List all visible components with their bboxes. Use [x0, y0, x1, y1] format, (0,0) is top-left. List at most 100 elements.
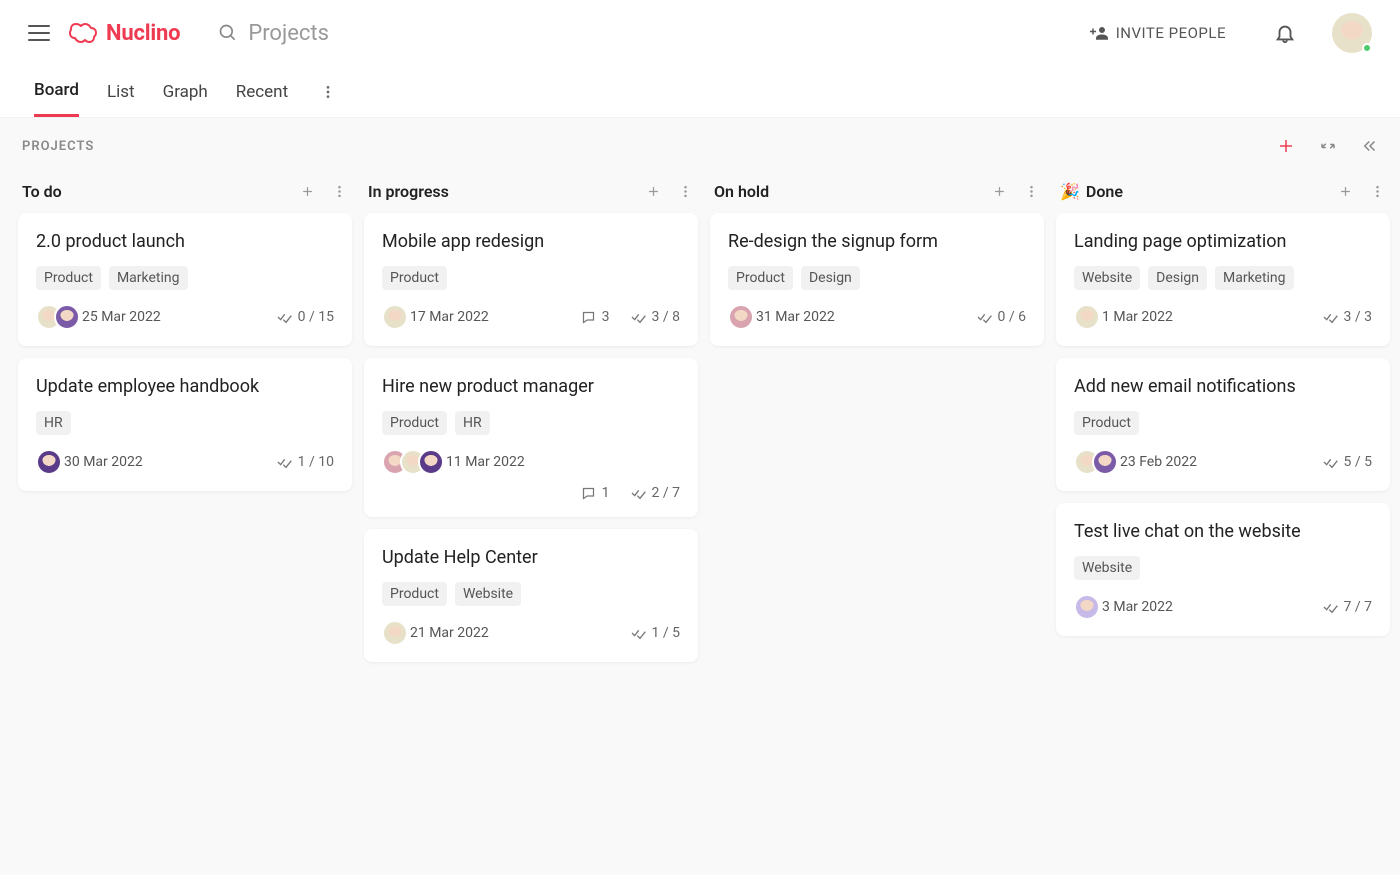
invite-label: INVITE PEOPLE: [1116, 24, 1226, 42]
view-tabs: Board List Graph Recent: [0, 66, 1400, 118]
tag: Product: [382, 582, 447, 606]
checklist-icon: [976, 309, 992, 325]
column-in-progress: In progressMobile app redesignProduct17 …: [364, 176, 698, 674]
card-title: Mobile app redesign: [382, 231, 680, 252]
card[interactable]: Hire new product managerProductHR11 Mar …: [364, 358, 698, 517]
collapse-button[interactable]: [1318, 136, 1338, 156]
card-avatars: [1074, 594, 1092, 620]
tasks-count: 3 / 3: [1322, 309, 1372, 325]
card-date: 17 Mar 2022: [410, 309, 489, 325]
card-date: 31 Mar 2022: [756, 309, 835, 325]
chevrons-left-icon: [1361, 137, 1379, 155]
card-tags: Product HR: [382, 411, 680, 435]
card-tags: Product: [1074, 411, 1372, 435]
logo[interactable]: Nuclino: [68, 21, 180, 46]
tag: Product: [382, 411, 447, 435]
card-avatars: [1074, 449, 1110, 475]
topbar: Nuclino Projects INVITE PEOPLE: [0, 0, 1400, 66]
comment-icon: [581, 486, 596, 501]
invite-people-button[interactable]: INVITE PEOPLE: [1090, 24, 1226, 42]
tag: Website: [1074, 556, 1140, 580]
tasks-count: 0 / 6: [976, 309, 1026, 325]
card[interactable]: Landing page optimizationWebsiteDesignMa…: [1056, 213, 1390, 346]
plus-icon: [300, 184, 315, 199]
card-tags: ProductMarketing: [36, 266, 334, 290]
logo-text: Nuclino: [106, 21, 180, 46]
column-menu-button[interactable]: [1368, 183, 1386, 201]
board-area: PROJECTS To do2.0 product launchProductM…: [0, 118, 1400, 875]
tasks-count: 0 / 15: [276, 309, 334, 325]
card-footer: 23 Feb 20225 / 5: [1074, 449, 1372, 475]
tag: Product: [36, 266, 101, 290]
notifications-button[interactable]: [1274, 22, 1296, 44]
search[interactable]: Projects: [218, 21, 329, 46]
column-header: 🎉Done: [1056, 176, 1390, 213]
hide-panel-button[interactable]: [1360, 136, 1380, 156]
breadcrumb: PROJECTS: [22, 139, 94, 154]
checklist-icon: [1322, 599, 1338, 615]
card-title: Re-design the signup form: [728, 231, 1026, 252]
card[interactable]: Mobile app redesign Product 17 Mar 2022 33 …: [364, 213, 698, 346]
brain-icon: [68, 21, 98, 45]
card[interactable]: Test live chat on the websiteWebsite3 Ma…: [1056, 503, 1390, 636]
add-item-button[interactable]: [1276, 136, 1296, 156]
plus-icon: [992, 184, 1007, 199]
add-card-button[interactable]: [644, 183, 662, 201]
avatar: [1074, 594, 1100, 620]
card-title: Hire new product manager: [382, 376, 680, 397]
plus-icon: [1338, 184, 1353, 199]
card-date: 3 Mar 2022: [1102, 599, 1173, 615]
tab-more-button[interactable]: [316, 84, 340, 100]
avatar: [1074, 304, 1100, 330]
card-avatars: [36, 449, 54, 475]
checklist-icon: [630, 485, 646, 501]
card-meta: 12 / 7: [382, 485, 680, 501]
card-tags: Product: [382, 266, 680, 290]
card-title: 2.0 product launch: [36, 231, 334, 252]
board-tools: [1276, 136, 1380, 156]
board-columns: To do2.0 product launchProductMarketing2…: [0, 164, 1400, 686]
card-date: 21 Mar 2022: [410, 625, 489, 641]
column-menu-button[interactable]: [676, 183, 694, 201]
more-vertical-icon: [320, 84, 336, 100]
card-footer: 31 Mar 2022 0 / 6: [728, 304, 1026, 330]
card[interactable]: 2.0 product launchProductMarketing25 Mar…: [18, 213, 352, 346]
add-card-button[interactable]: [298, 183, 316, 201]
menu-button[interactable]: [28, 22, 50, 44]
checklist-icon: [630, 625, 646, 641]
column-actions: [298, 183, 348, 201]
card-title: Update Help Center: [382, 547, 680, 568]
card[interactable]: Re-design the signup formProductDesign31…: [710, 213, 1044, 346]
more-vertical-icon: [678, 184, 693, 199]
add-card-button[interactable]: [990, 183, 1008, 201]
card-avatars: [382, 620, 400, 646]
card-title: Landing page optimization: [1074, 231, 1372, 252]
collapse-icon: [1319, 137, 1337, 155]
card[interactable]: Add new email notificationsProduct23 Feb…: [1056, 358, 1390, 491]
card-tags: HR: [36, 411, 334, 435]
card-meta: 33 / 8: [581, 309, 680, 325]
card-meta: 3 / 3: [1322, 309, 1372, 325]
card-meta: 7 / 7: [1322, 599, 1372, 615]
tab-list[interactable]: List: [107, 66, 135, 117]
avatar: [418, 449, 444, 475]
tab-board[interactable]: Board: [34, 66, 79, 117]
column-menu-button[interactable]: [330, 183, 348, 201]
tag: Website: [455, 582, 521, 606]
card-meta: 5 / 5: [1322, 454, 1372, 470]
tag: Product: [382, 266, 447, 290]
comment-icon: [581, 310, 596, 325]
tab-recent[interactable]: Recent: [236, 66, 288, 117]
card[interactable]: Update Help Center Product Website 21 Mar 2…: [364, 529, 698, 662]
user-avatar[interactable]: [1332, 13, 1372, 53]
tab-graph[interactable]: Graph: [163, 66, 208, 117]
card-avatars: [36, 304, 72, 330]
add-card-button[interactable]: [1336, 183, 1354, 201]
card-meta: 0 / 6: [976, 309, 1026, 325]
card-meta: 1 / 5: [630, 625, 680, 641]
avatar: [54, 304, 80, 330]
card-avatars: [382, 449, 436, 475]
tag: HR: [455, 411, 490, 435]
card[interactable]: Update employee handbookHR30 Mar 20221 /…: [18, 358, 352, 491]
column-menu-button[interactable]: [1022, 183, 1040, 201]
